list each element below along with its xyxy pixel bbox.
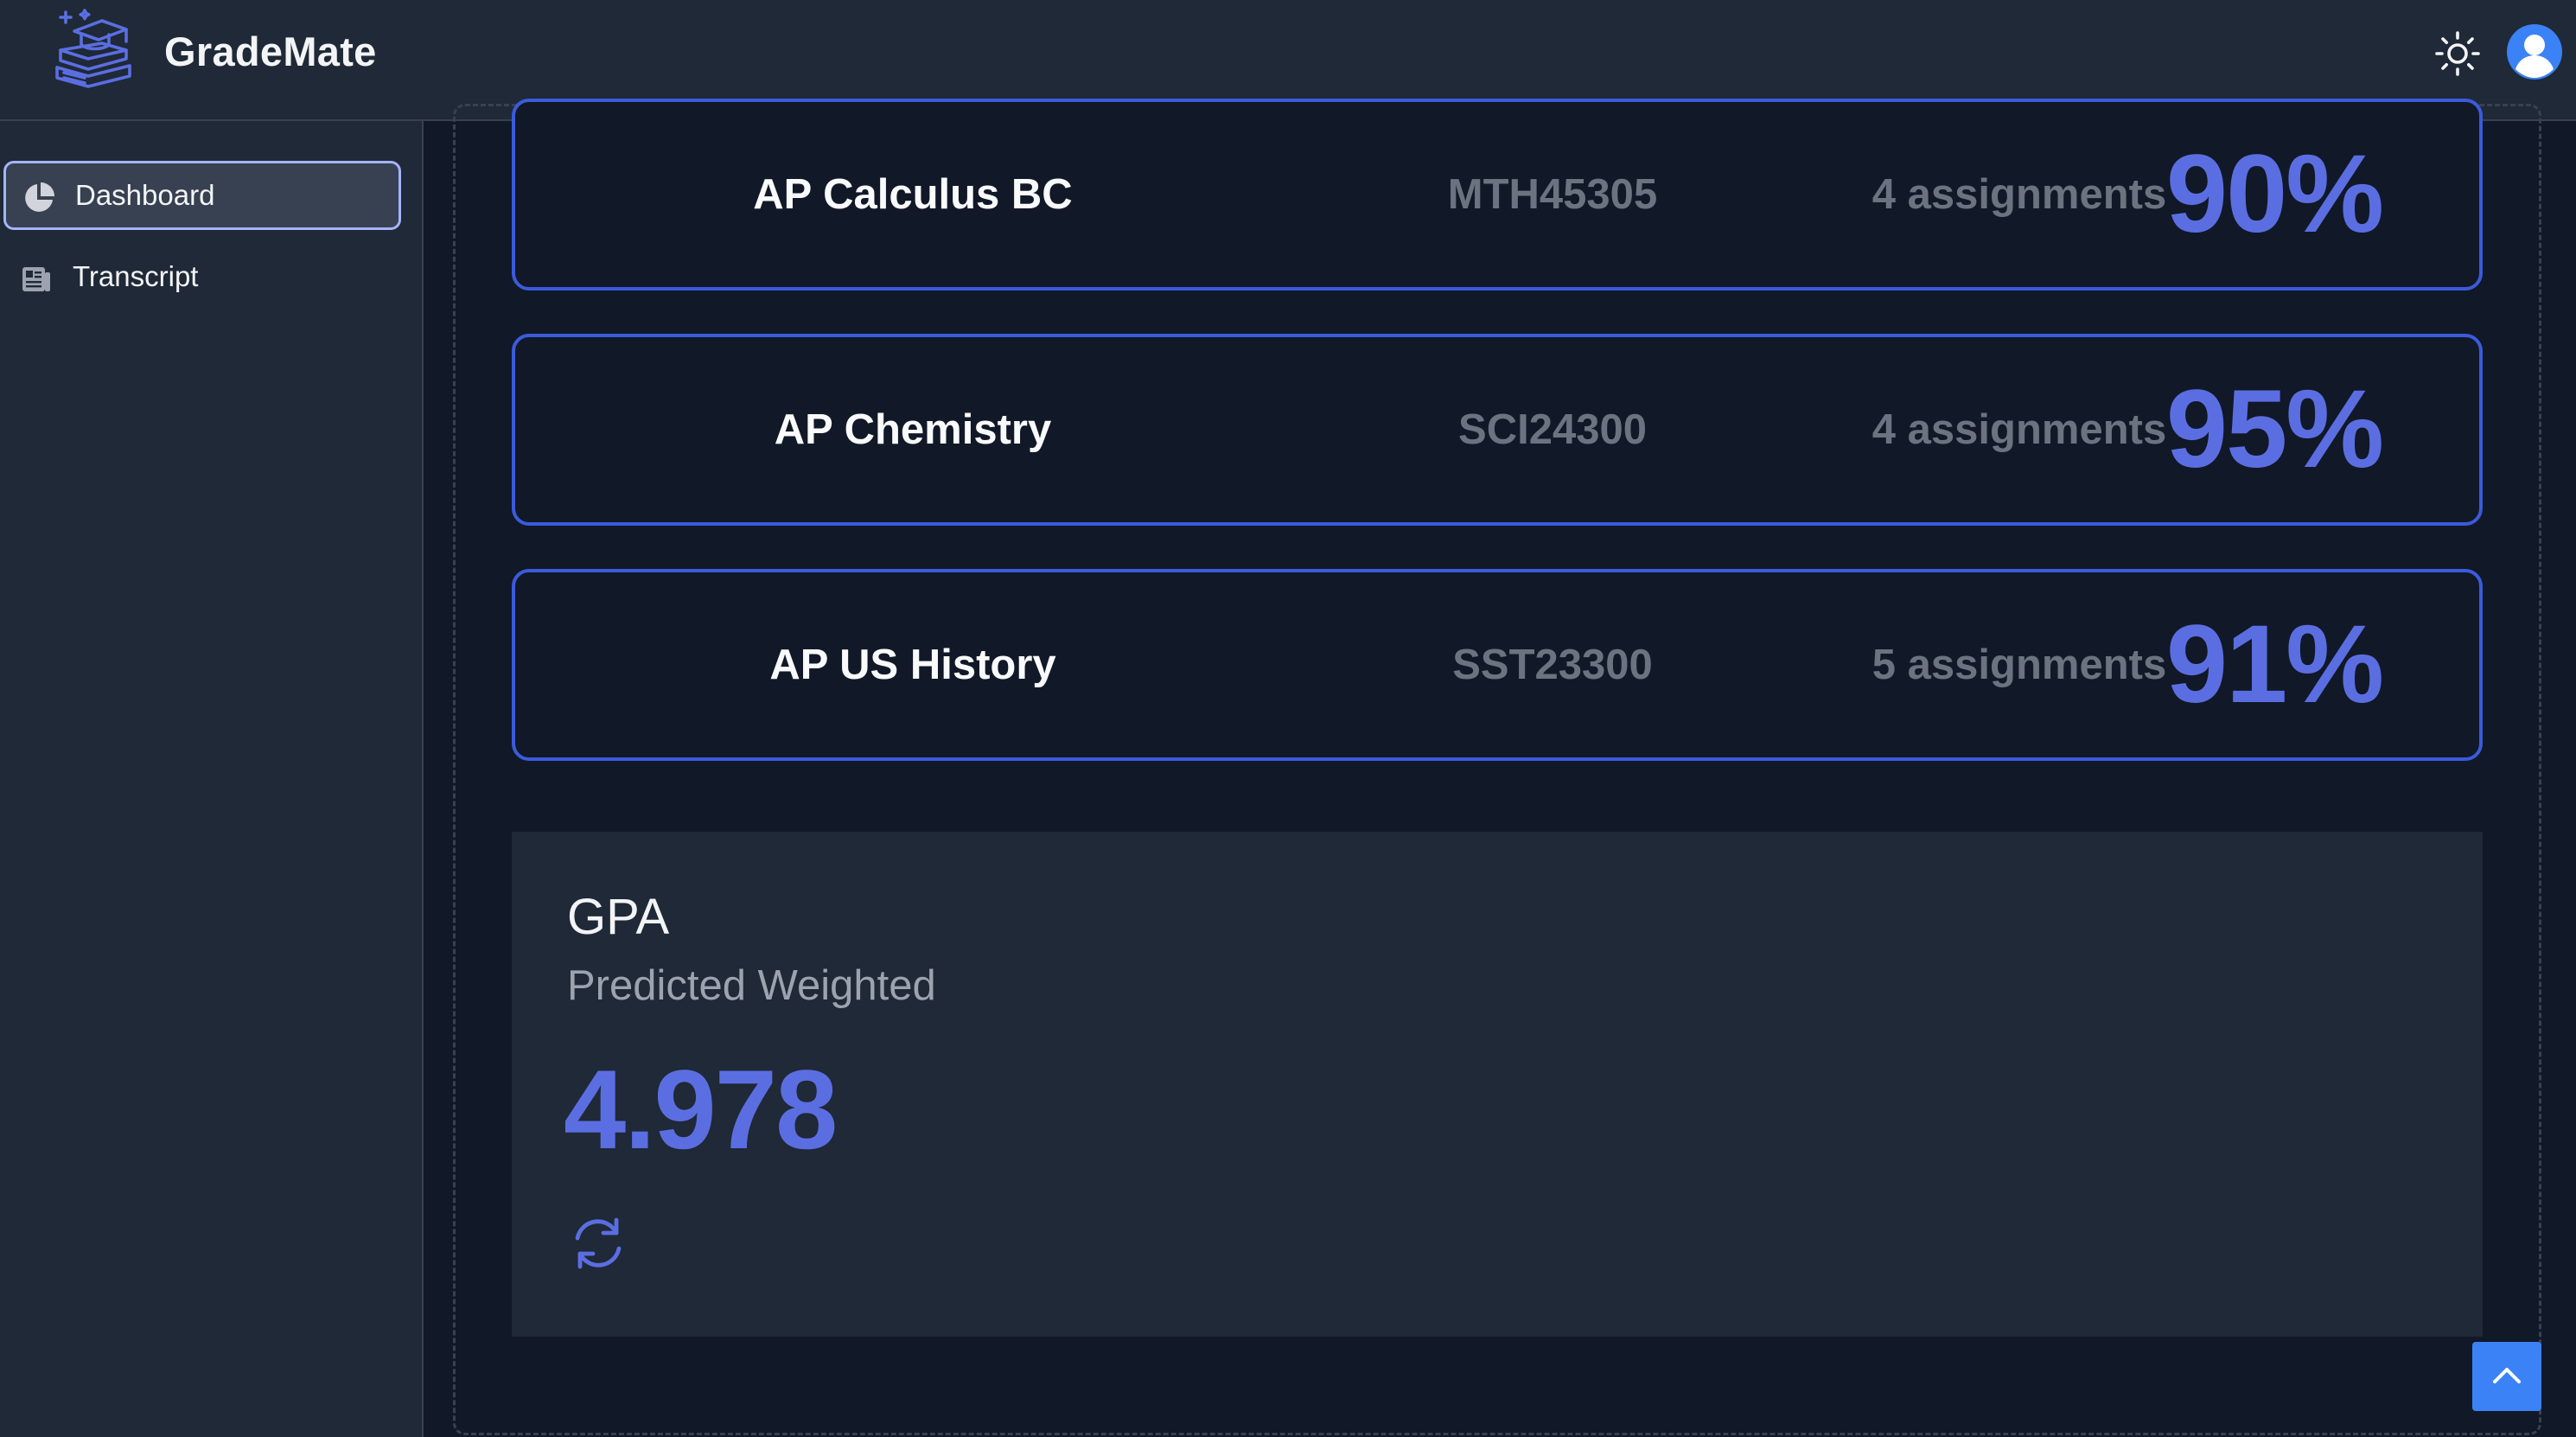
course-grade: 90% <box>2165 132 2384 256</box>
course-grade: 91% <box>2165 603 2384 726</box>
sidebar-item-dashboard[interactable]: Dashboard <box>3 161 401 230</box>
gpa-value: 4.978 <box>564 1046 838 1172</box>
course-name: AP Chemistry <box>774 406 1052 453</box>
sidebar: Dashboard Transcript <box>0 121 424 1437</box>
newspaper-icon <box>22 267 50 291</box>
app-name[interactable]: GradeMate <box>164 22 377 81</box>
course-card[interactable]: AP Chemistry SCI24300 4 assignments 95% <box>512 334 2483 526</box>
sidebar-item-label: Dashboard <box>75 179 215 211</box>
course-name: AP Calculus BC <box>753 171 1073 218</box>
course-card[interactable]: AP Calculus BC MTH45305 4 assignments 90… <box>512 99 2483 291</box>
course-code: SCI24300 <box>1458 406 1647 453</box>
sidebar-item-label: Transcript <box>73 260 199 292</box>
course-grade: 95% <box>2165 367 2384 491</box>
pie-chart-icon <box>25 182 54 212</box>
course-card[interactable]: AP US History SST23300 5 assignments 91% <box>512 569 2483 761</box>
gpa-subtitle: Predicted Weighted <box>567 962 936 1009</box>
course-name: AP US History <box>769 642 1056 688</box>
sun-icon[interactable] <box>2433 29 2482 78</box>
course-code: MTH45305 <box>1447 171 1658 218</box>
refresh-icon[interactable] <box>567 1212 629 1274</box>
gpa-title: GPA <box>567 889 670 945</box>
chevron-up-icon <box>2493 1368 2521 1383</box>
books-logo-icon[interactable] <box>50 7 140 97</box>
gpa-panel: GPA Predicted Weighted 4.978 <box>512 832 2483 1337</box>
scroll-to-top-button[interactable] <box>2472 1342 2541 1411</box>
course-code: SST23300 <box>1452 642 1653 688</box>
user-avatar-icon[interactable] <box>2507 24 2562 80</box>
sidebar-item-transcript[interactable]: Transcript <box>3 245 401 314</box>
